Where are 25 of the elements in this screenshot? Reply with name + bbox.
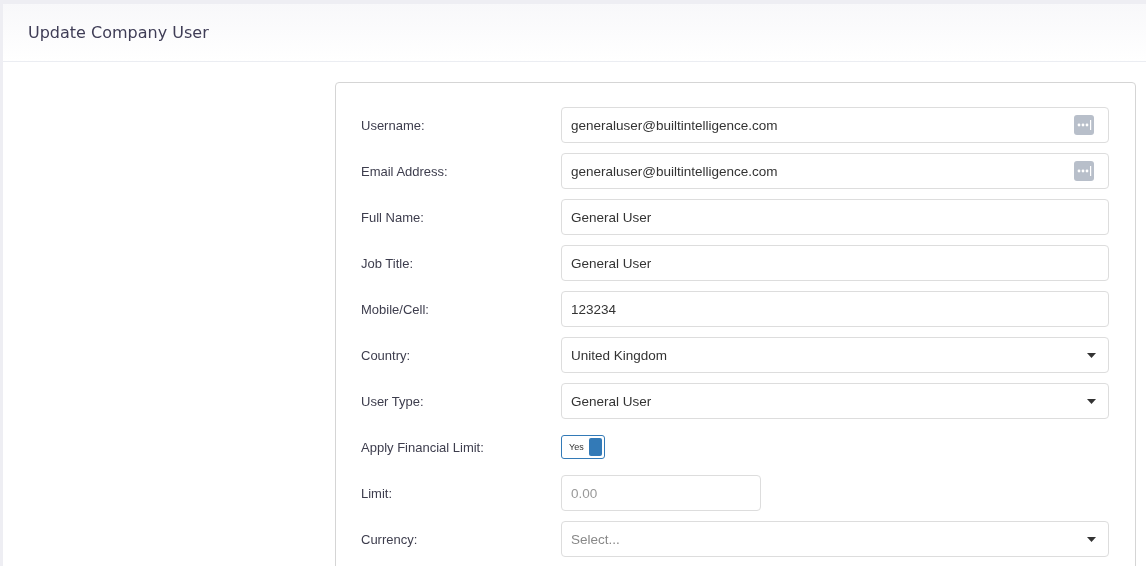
- caret-icon: [1087, 536, 1096, 542]
- field-label: Mobile/Cell:: [361, 301, 430, 317]
- field-label: User Type:: [361, 393, 425, 409]
- input-field[interactable]: 123234: [561, 291, 1109, 327]
- toggle-switch[interactable]: Yes: [561, 435, 605, 459]
- caret-icon: [1087, 398, 1096, 404]
- input-field[interactable]: General User: [561, 199, 1109, 235]
- input-field[interactable]: General User: [561, 245, 1109, 281]
- more-icon[interactable]: [1074, 115, 1094, 135]
- page-title: Update Company User: [28, 23, 209, 42]
- field-label: Currency:: [361, 531, 419, 547]
- field-label: Email Address:: [361, 163, 449, 179]
- field-label: Username:: [361, 117, 426, 133]
- input-field[interactable]: generaluser@builtintelligence.com: [561, 153, 1109, 189]
- field-label: Full Name:: [361, 209, 425, 225]
- dropdown[interactable]: United Kingdom: [561, 337, 1109, 373]
- field-label: Country:: [361, 347, 412, 363]
- field-label: Job Title:: [361, 255, 415, 271]
- caret-icon: [1087, 352, 1096, 358]
- more-icon[interactable]: [1074, 161, 1094, 181]
- dropdown[interactable]: General User: [561, 383, 1109, 419]
- field-label: Limit:: [361, 485, 394, 501]
- dropdown[interactable]: Select...: [561, 521, 1109, 557]
- field-label: Apply Financial Limit:: [361, 439, 485, 455]
- input-field[interactable]: generaluser@builtintelligence.com: [561, 107, 1109, 143]
